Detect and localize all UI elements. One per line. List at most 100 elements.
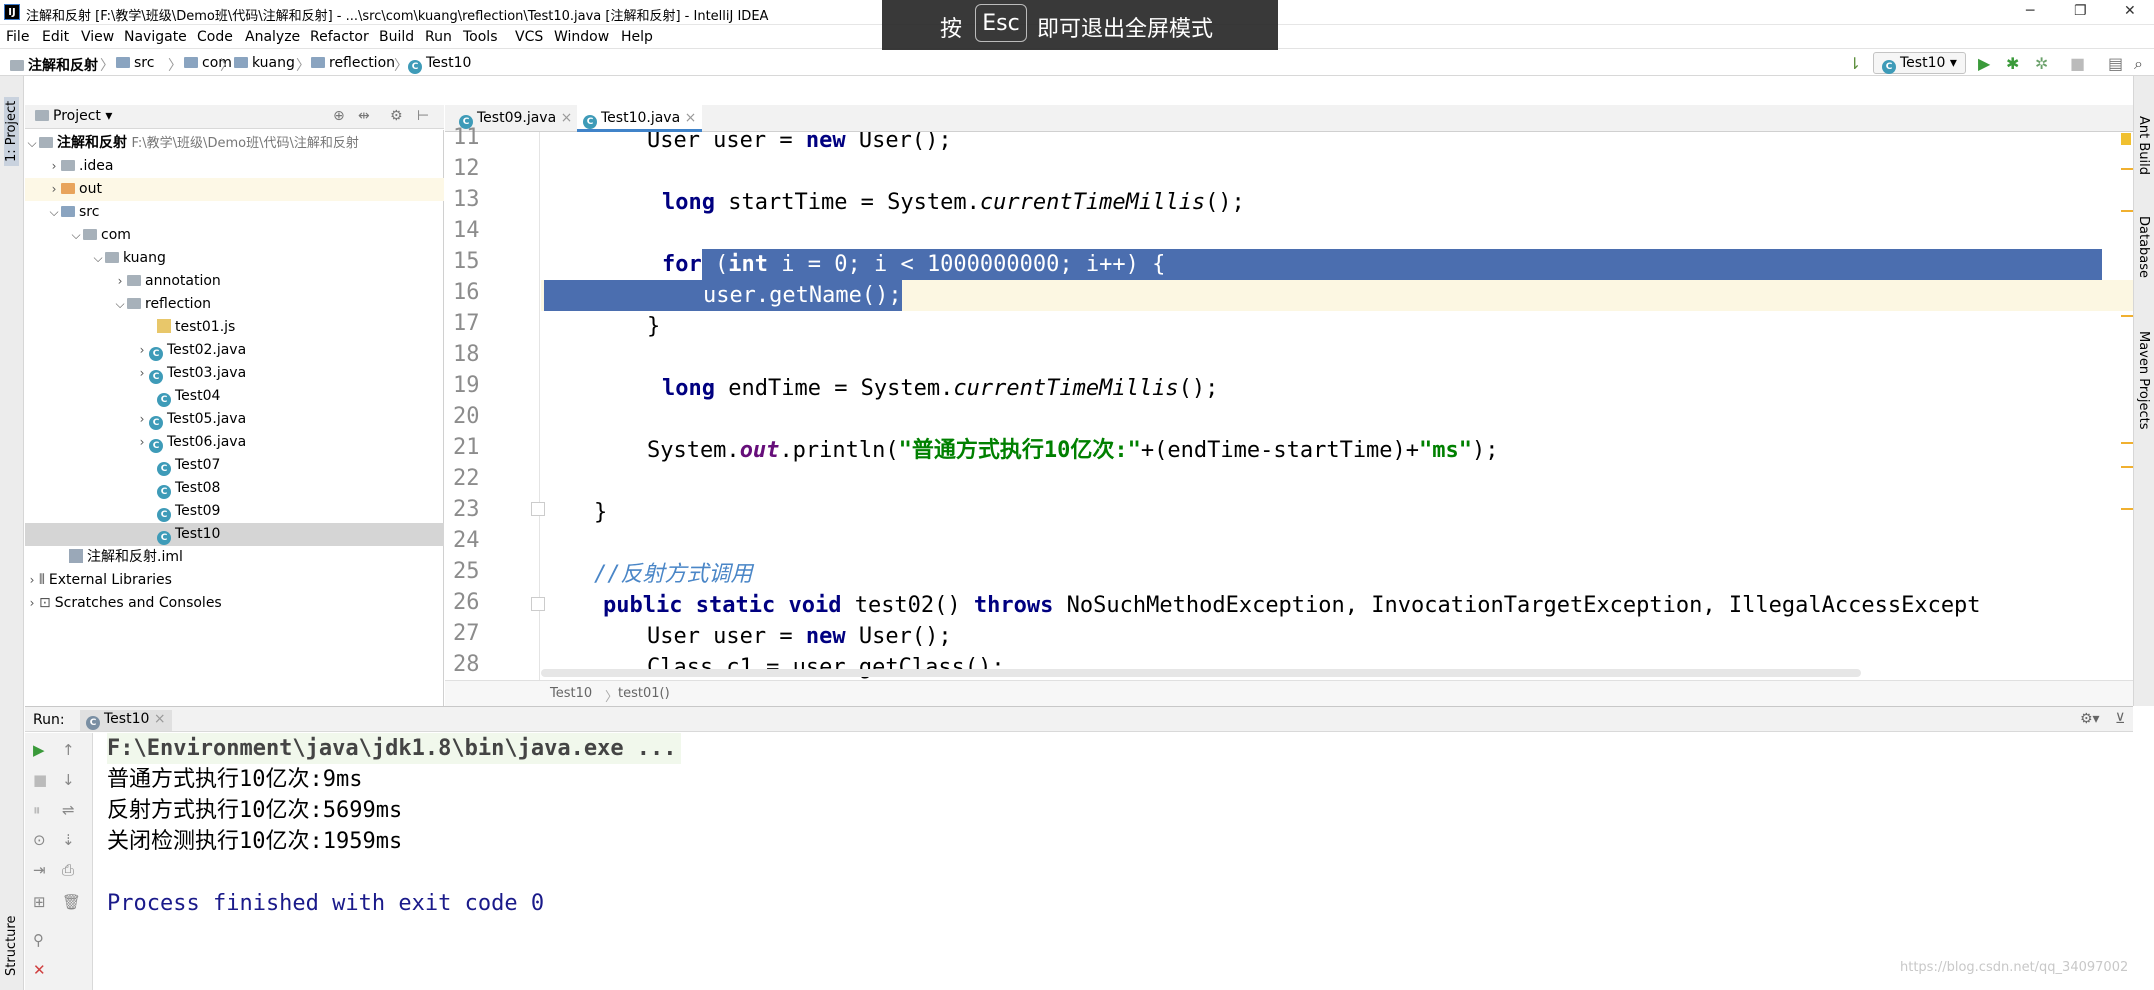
- menu-window[interactable]: Window: [554, 29, 609, 45]
- console-output[interactable]: F:\Environment\java\jdk1.8\bin\java.exe …: [94, 733, 2154, 990]
- menu-build[interactable]: Build: [379, 29, 414, 45]
- project-view-select[interactable]: Project ▾: [35, 108, 112, 124]
- error-stripe-marker[interactable]: [2121, 442, 2133, 444]
- menu-navigate[interactable]: Navigate: [124, 29, 187, 45]
- folder-icon: [61, 183, 75, 194]
- maximize-button[interactable]: ❐: [2074, 3, 2087, 19]
- tree-item-iml[interactable]: 注解和反射.iml: [25, 546, 444, 569]
- code-area[interactable]: User user = new User(); long startTime =…: [541, 132, 2133, 680]
- stop-icon[interactable]: ■: [33, 771, 47, 789]
- tree-item-test09[interactable]: C Test09: [25, 500, 444, 523]
- tree-item-external-libraries[interactable]: › ⫴ External Libraries: [25, 569, 444, 592]
- tab-test10[interactable]: C Test10.java ×: [577, 105, 703, 132]
- error-stripe-marker[interactable]: [2121, 168, 2133, 170]
- run-tab-test10[interactable]: C Test10 ×: [80, 710, 172, 731]
- database-tool-button[interactable]: Database: [2136, 216, 2151, 278]
- locate-icon[interactable]: ⊕: [333, 108, 345, 124]
- hide-panel-icon[interactable]: ⊢: [417, 108, 429, 124]
- coverage-icon[interactable]: ✲: [2035, 54, 2048, 73]
- hide-panel-icon[interactable]: ⊻: [2115, 711, 2125, 727]
- tree-item-idea[interactable]: › .idea: [25, 155, 444, 178]
- error-stripe-marker[interactable]: [2121, 210, 2133, 212]
- tree-item-test08[interactable]: C Test08: [25, 477, 444, 500]
- tree-item-test04[interactable]: C Test04: [25, 385, 444, 408]
- close-tab-icon[interactable]: ×: [154, 711, 166, 727]
- crumb-project[interactable]: 注解和反射: [10, 55, 98, 75]
- tree-item-annotation[interactable]: › annotation: [25, 270, 444, 293]
- project-tool-button[interactable]: 1: Project: [4, 96, 19, 166]
- maven-tool-button[interactable]: Maven Projects: [2136, 331, 2151, 430]
- up-icon[interactable]: ↑: [62, 741, 75, 759]
- crumb-reflection[interactable]: reflection: [311, 55, 395, 71]
- tree-item-test03[interactable]: › C Test03.java: [25, 362, 444, 385]
- build-hammer-icon[interactable]: ⇂: [1848, 54, 1861, 73]
- menu-help[interactable]: Help: [621, 29, 653, 45]
- tree-item-com[interactable]: ⌵ com: [25, 224, 444, 247]
- class-icon: C: [149, 370, 163, 384]
- tree-item-test06[interactable]: › C Test06.java: [25, 431, 444, 454]
- close-tab-icon[interactable]: ×: [561, 110, 573, 126]
- inspection-status-icon[interactable]: [2121, 133, 2131, 145]
- ant-build-tool-button[interactable]: Ant Build: [2136, 116, 2151, 175]
- layout-icon[interactable]: ⊞: [33, 893, 46, 911]
- tree-item-kuang[interactable]: ⌵ kuang: [25, 247, 444, 270]
- pause-icon[interactable]: ⏸: [33, 801, 41, 819]
- search-everywhere-icon[interactable]: ⌕: [2134, 54, 2143, 74]
- dump-threads-icon[interactable]: ⊙: [33, 831, 46, 849]
- scroll-end-icon[interactable]: ⇣: [62, 831, 75, 849]
- menu-view[interactable]: View: [81, 29, 114, 45]
- horizontal-scrollbar[interactable]: [541, 669, 1861, 677]
- menu-vcs[interactable]: VCS: [515, 29, 543, 45]
- soft-wrap-icon[interactable]: ⇌: [62, 801, 75, 819]
- rerun-icon[interactable]: ▶: [33, 741, 45, 759]
- menu-analyze[interactable]: Analyze: [245, 29, 300, 45]
- libraries-icon: ⫴: [39, 572, 45, 588]
- tree-item-root[interactable]: ⌵ 注解和反射 F:\教学\班级\Demo班\代码\注解和反射: [25, 132, 444, 155]
- error-stripe-marker[interactable]: [2121, 508, 2133, 510]
- pin-icon[interactable]: ⚲: [33, 931, 44, 949]
- menu-edit[interactable]: Edit: [42, 29, 69, 45]
- tree-item-test07[interactable]: C Test07: [25, 454, 444, 477]
- close-button[interactable]: ✕: [2124, 3, 2136, 19]
- close-icon[interactable]: ✕: [33, 961, 46, 979]
- breadcrumb-class[interactable]: Test10: [550, 686, 592, 701]
- structure-tool-button[interactable]: Structure: [4, 916, 19, 976]
- tree-item-src[interactable]: ⌵ src: [25, 201, 444, 224]
- close-tab-icon[interactable]: ×: [685, 110, 697, 126]
- minimize-button[interactable]: ─: [2026, 3, 2034, 19]
- tree-item-reflection[interactable]: ⌵ reflection: [25, 293, 444, 316]
- stop-icon[interactable]: ■: [2070, 54, 2085, 73]
- tree-item-test05[interactable]: › C Test05.java: [25, 408, 444, 431]
- menu-run[interactable]: Run: [425, 29, 452, 45]
- collapse-icon[interactable]: ⇹: [358, 108, 370, 124]
- tree-item-scratches[interactable]: › ⊡ Scratches and Consoles: [25, 592, 444, 615]
- gear-icon[interactable]: ⚙: [390, 108, 403, 124]
- error-stripe-marker[interactable]: [2121, 466, 2133, 468]
- tree-item-test02[interactable]: › C Test02.java: [25, 339, 444, 362]
- run-config-select[interactable]: C Test10 ▾: [1873, 52, 1966, 74]
- clear-icon[interactable]: 🗑: [62, 893, 81, 911]
- print-icon[interactable]: ⎙: [62, 861, 74, 879]
- class-icon: C: [583, 115, 597, 129]
- menu-tools[interactable]: Tools: [463, 29, 498, 45]
- run-panel-header: Run: C Test10 × ⚙▾ ⊻: [25, 706, 2133, 732]
- project-structure-icon[interactable]: ▤: [2108, 54, 2123, 73]
- tree-item-out[interactable]: › out: [25, 178, 444, 201]
- tree-item-test10[interactable]: C Test10: [25, 523, 444, 546]
- breadcrumb-method[interactable]: test01(): [618, 686, 670, 701]
- tree-item-test01-js[interactable]: test01.js: [25, 316, 444, 339]
- run-icon[interactable]: ▶: [1978, 54, 1990, 73]
- exit-icon[interactable]: ⇥: [33, 861, 46, 879]
- down-icon[interactable]: ↓: [62, 771, 75, 789]
- line-number: 20: [453, 404, 480, 429]
- menu-refactor[interactable]: Refactor: [310, 29, 369, 45]
- menu-file[interactable]: File: [6, 29, 29, 45]
- gear-icon[interactable]: ⚙▾: [2080, 711, 2100, 727]
- crumb-src[interactable]: src: [116, 55, 154, 71]
- menu-code[interactable]: Code: [197, 29, 233, 45]
- esc-key: Esc: [975, 4, 1027, 42]
- debug-icon[interactable]: ✱: [2006, 54, 2019, 73]
- crumb-kuang[interactable]: kuang: [234, 55, 295, 71]
- crumb-test10[interactable]: C Test10: [408, 55, 471, 74]
- error-stripe-marker[interactable]: [2121, 315, 2133, 317]
